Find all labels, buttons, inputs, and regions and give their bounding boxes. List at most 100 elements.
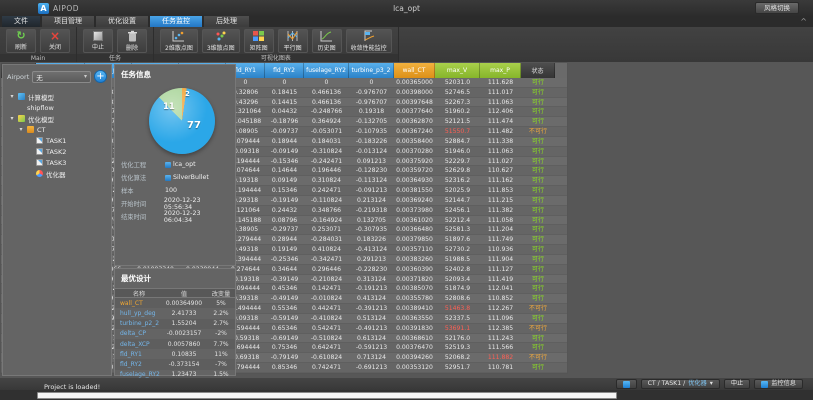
tree-expand-icon[interactable]: ▾ xyxy=(9,93,15,100)
cell-value: 0.642471 xyxy=(304,343,349,352)
cell-value: -0.053071 xyxy=(304,127,349,136)
tree-item-label: TASK3 xyxy=(46,159,66,167)
ribbon-button-label: 平行图 xyxy=(284,43,302,52)
column-header-max_P[interactable]: max_P xyxy=(480,63,521,78)
cell-value: 110.936 xyxy=(480,245,521,254)
tree-expand-icon[interactable]: ▾ xyxy=(9,115,15,122)
cell-status: 可行 xyxy=(521,225,555,234)
cell-value: 0.296446 xyxy=(304,265,349,274)
tree-expand-icon[interactable]: ▾ xyxy=(18,126,24,133)
ribbon-button-label: 矩阵图 xyxy=(250,43,268,52)
ribbon-button-历史图[interactable]: 历史图 xyxy=(312,29,342,53)
cell-value: 52229.7 xyxy=(435,157,480,166)
info-value: SilverBullet xyxy=(165,174,209,181)
column-header-fuselage_RY2[interactable]: fuselage_RY2 xyxy=(304,63,349,78)
tree-item-CT[interactable]: ▾CT xyxy=(5,124,109,135)
tab-任务监控[interactable]: 任务监控 xyxy=(150,16,202,27)
ribbon-button-收敛性能监控[interactable]: 收敛性能监控 xyxy=(346,29,392,53)
best-design-name: delta_XCP xyxy=(117,341,161,348)
cell-value: -0.210824 xyxy=(304,275,349,284)
cell-value: -0.39149 xyxy=(265,275,304,284)
info-value-text: 100 xyxy=(165,187,177,194)
cell-value: 0.00369240 xyxy=(394,196,435,205)
task-info-panel: 任务信息 2 77 11 优化工程lca_opt优化算法SilverBullet… xyxy=(114,64,236,266)
monitor-info-button[interactable]: 监控信息 xyxy=(754,379,803,389)
scatter2d-icon xyxy=(172,30,185,42)
cell-value: 111.162 xyxy=(480,176,521,185)
tree-item-TASK2[interactable]: TASK2 xyxy=(5,146,109,157)
tree-item-TASK3[interactable]: TASK3 xyxy=(5,157,109,168)
add-button[interactable]: + xyxy=(94,70,107,83)
info-label: 开始时间 xyxy=(121,199,164,208)
chevron-down-icon: ▾ xyxy=(84,73,87,80)
ribbon-collapse-icon[interactable]: ^ xyxy=(800,16,807,27)
best-design-value: 1.55204 xyxy=(161,320,207,327)
cell-value: 52808.6 xyxy=(435,294,480,303)
tab-文件[interactable]: 文件 xyxy=(2,16,40,27)
ribbon-button-3维散点图[interactable]: 3维散点图 xyxy=(202,29,240,53)
tree-item-shipflow[interactable]: shipflow xyxy=(5,102,109,113)
status-message: Project is loaded! xyxy=(44,383,100,391)
cell-value: 110.852 xyxy=(480,294,521,303)
cell-value: 0.00357110 xyxy=(394,245,435,254)
info-label: 优化工程 xyxy=(121,160,165,169)
cell-value: 0.00368610 xyxy=(394,334,435,343)
best-design-value: 2.41733 xyxy=(161,310,207,317)
cell-value: 0.00370280 xyxy=(394,147,435,156)
column-header-max_V[interactable]: max_V xyxy=(435,63,480,78)
cell-value: 111.204 xyxy=(480,225,521,234)
tree-item-优化模型[interactable]: ▾优化模型 xyxy=(5,113,109,124)
ribbon-button-刷新[interactable]: ↻刷新 xyxy=(6,29,36,53)
tab-后处理[interactable]: 后处理 xyxy=(204,16,249,27)
ribbon-button-平行图[interactable]: 平行图 xyxy=(278,29,308,53)
best-design-row: fld_RY10.1083511% xyxy=(115,349,235,359)
ribbon-button-矩阵图[interactable]: 矩阵图 xyxy=(244,29,274,53)
monitor-icon xyxy=(761,381,768,388)
task-scope-icon xyxy=(623,381,630,388)
best-design-row: turbine_p2_21.552042.7% xyxy=(115,319,235,329)
cell-value: 0.513124 xyxy=(349,314,394,323)
cell-status: 可行 xyxy=(521,275,555,284)
cell-status: 可行 xyxy=(521,235,555,244)
column-header-fld_RY2[interactable]: fld_RY2 xyxy=(265,63,304,78)
filter-icon-button[interactable] xyxy=(616,379,637,389)
cell-value: 0.00397648 xyxy=(394,98,435,107)
cell-value: 0.00381550 xyxy=(394,186,435,195)
cell-status: 可行 xyxy=(521,117,555,126)
cell-value: -0.183226 xyxy=(349,137,394,146)
info-row-优化工程: 优化工程lca_opt xyxy=(115,158,235,171)
cell-value: 0.00365000 xyxy=(394,78,435,87)
cell-value: 52093.4 xyxy=(435,275,480,284)
cell-value: -0.59149 xyxy=(265,314,304,323)
cell-value: 52402.8 xyxy=(435,265,480,274)
cell-value: 51463.8 xyxy=(435,304,480,313)
ribbon-button-关闭[interactable]: ×关闭 xyxy=(40,29,70,53)
cell-value: 0.00389410 xyxy=(394,304,435,313)
column-header-状态[interactable]: 状态 xyxy=(521,63,555,78)
best-design-value: -0.373154 xyxy=(161,361,207,368)
cell-value: -0.010824 xyxy=(304,294,349,303)
scope-dropdown[interactable]: CT / TASK1 / 优化器 ▾ xyxy=(641,379,720,389)
ribbon-button-中止[interactable]: 中止 xyxy=(83,29,113,53)
theme-switch-button[interactable]: 风格切换 xyxy=(755,2,799,14)
cell-value: 0.348766 xyxy=(304,206,349,215)
tab-项目管理[interactable]: 项目管理 xyxy=(42,16,94,27)
tree-item-计算模型[interactable]: ▾计算模型 xyxy=(5,91,109,102)
cell-value: 111.853 xyxy=(480,186,521,195)
column-header-wall_CT[interactable]: wall_CT xyxy=(394,63,435,78)
cell-value: 0.310824 xyxy=(304,176,349,185)
cell-value: 0.184031 xyxy=(304,137,349,146)
ribbon-button-删除[interactable]: 删除 xyxy=(117,29,147,53)
cell-status: 可行 xyxy=(521,78,555,87)
cell-value: 0.55346 xyxy=(265,304,304,313)
cell-value: 0.142471 xyxy=(304,284,349,293)
cell-value: -0.132705 xyxy=(349,117,394,126)
tab-优化设置[interactable]: 优化设置 xyxy=(96,16,148,27)
abort-button[interactable]: 中止 xyxy=(724,379,750,389)
cell-value: 0.18944 xyxy=(265,137,304,146)
column-header-turbine_p3_2[interactable]: turbine_p3_2 xyxy=(349,63,394,78)
ribbon-button-2维散点图[interactable]: 2维散点图 xyxy=(160,29,198,53)
tree-filter-dropdown[interactable]: 无 ▾ xyxy=(32,71,91,83)
tree-item-优化器[interactable]: 优化器 xyxy=(5,168,109,179)
tree-item-TASK1[interactable]: TASK1 xyxy=(5,135,109,146)
